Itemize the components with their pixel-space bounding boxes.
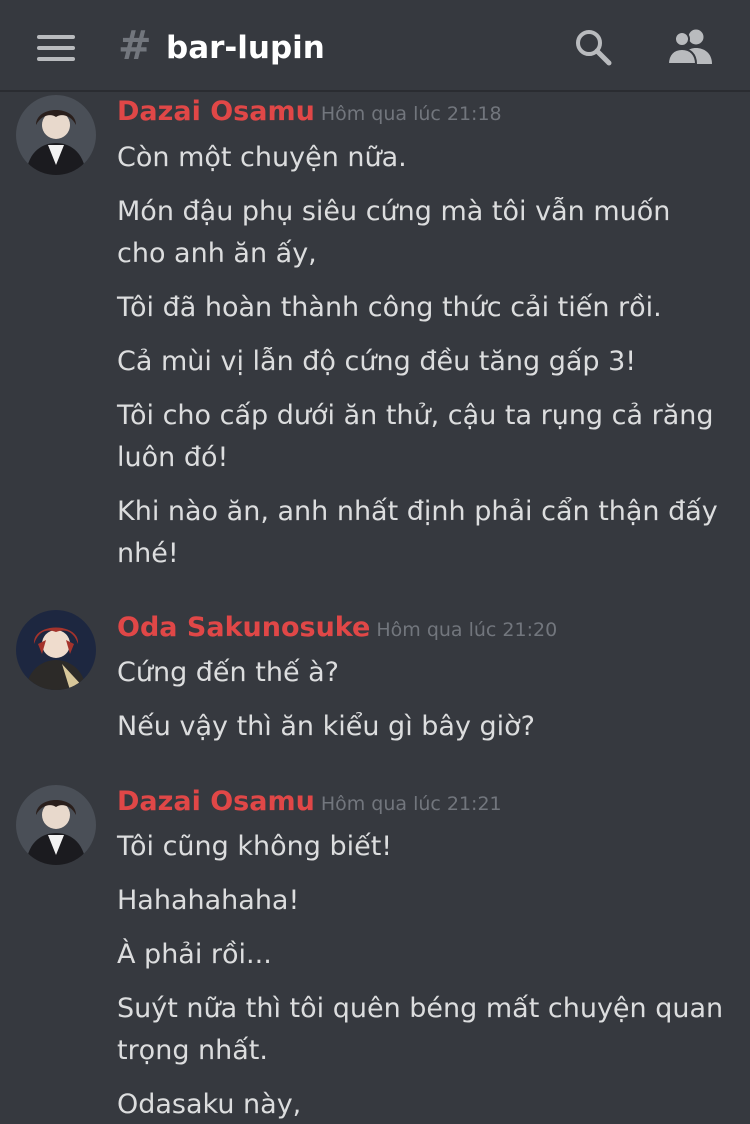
- message-header: Dazai Osamu Hôm qua lúc 21:21: [117, 786, 502, 817]
- message-text: Nếu vậy thì ăn kiểu gì bây giờ?: [117, 711, 536, 742]
- message-header: Dazai Osamu Hôm qua lúc 21:18: [117, 96, 502, 127]
- author-name[interactable]: Dazai Osamu: [117, 786, 315, 817]
- message-timestamp: Hôm qua lúc 21:20: [376, 619, 558, 641]
- message-text: Tôi đã hoàn thành công thức cải tiến rồi…: [117, 292, 662, 323]
- menu-icon[interactable]: [37, 35, 75, 61]
- message-timestamp: Hôm qua lúc 21:21: [320, 793, 502, 815]
- message-text: Odasaku này,: [117, 1089, 302, 1120]
- message-text: Tôi cũng không biết!: [117, 831, 393, 862]
- author-name[interactable]: Dazai Osamu: [117, 96, 315, 127]
- message-text: Món đậu phụ siêu cứng mà tôi vẫn muốn ch…: [117, 196, 671, 269]
- avatar-dazai[interactable]: [16, 95, 96, 175]
- message-text: Suýt nữa thì tôi quên béng mất chuyện qu…: [117, 993, 724, 1066]
- hash-icon: #: [118, 23, 152, 69]
- avatar-oda[interactable]: [16, 610, 96, 690]
- channel-name: bar-lupin: [166, 30, 325, 66]
- message-text: Khi nào ăn, anh nhất định phải cẩn thận …: [117, 496, 718, 569]
- chat-app: # bar-lupin Dazai Osamu Hôm qua lúc 21:1…: [0, 0, 750, 1124]
- channel-header: # bar-lupin: [0, 0, 750, 92]
- message-text: Hahahahaha!: [117, 885, 300, 916]
- author-name[interactable]: Oda Sakunosuke: [117, 612, 370, 643]
- message-timestamp: Hôm qua lúc 21:18: [320, 103, 502, 125]
- members-icon[interactable]: [666, 28, 714, 66]
- message-text: À phải rồi...: [117, 939, 272, 970]
- message-header: Oda Sakunosuke Hôm qua lúc 21:20: [117, 612, 557, 643]
- message-text: Còn một chuyện nữa.: [117, 142, 407, 173]
- message-text: Cả mùi vị lẫn độ cứng đều tăng gấp 3!: [117, 346, 637, 377]
- avatar-dazai[interactable]: [16, 785, 96, 865]
- message-text: Cứng đến thế à?: [117, 657, 340, 688]
- message-text: Tôi cho cấp dưới ăn thử, cậu ta rụng cả …: [117, 400, 714, 473]
- search-icon[interactable]: [574, 28, 614, 68]
